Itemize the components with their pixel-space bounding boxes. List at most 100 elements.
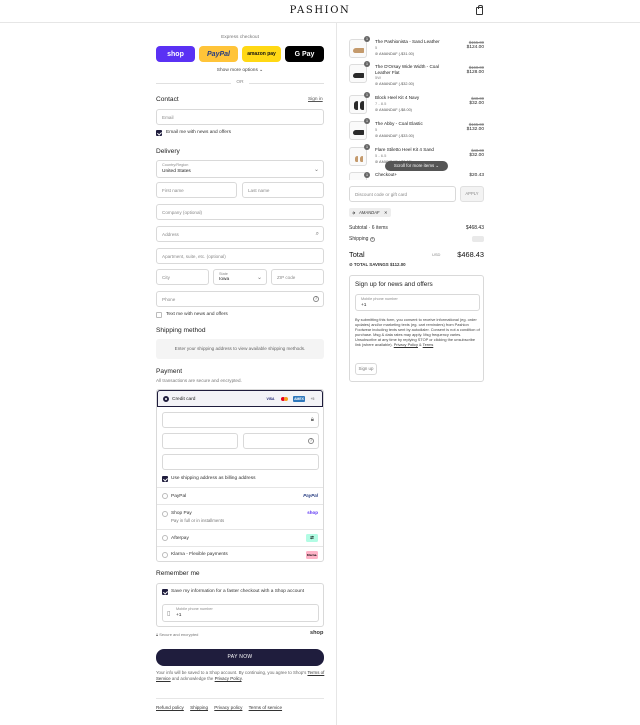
payment-heading: Payment (156, 368, 183, 375)
city-input[interactable]: City (156, 269, 209, 285)
afterpay-option[interactable]: Afterpay ⇄ (157, 529, 323, 546)
shop-pay-express-button[interactable]: shop (156, 46, 195, 62)
quantity-badge: 1 (364, 172, 370, 178)
or-label: OR (236, 80, 244, 85)
refund-policy-link[interactable]: Refund policy (156, 705, 184, 710)
product-thumbnail (349, 64, 367, 83)
credit-card-option[interactable]: Credit card VISA AMEX +5 (157, 390, 323, 407)
remember-me-box: Save my information for a faster checkou… (156, 583, 324, 627)
visa-icon: VISA (266, 397, 275, 401)
card-expiry-input[interactable] (162, 433, 238, 449)
signup-mobile-value: +1 (361, 303, 367, 308)
remember-mobile-label: Mobile phone number (176, 607, 213, 611)
afterpay-label: Afterpay (171, 536, 189, 541)
lock-icon: 🔒︎ (310, 417, 314, 423)
shop-pay-radio[interactable] (162, 511, 168, 517)
terms-of-service-footer-link[interactable]: Terms of service (249, 705, 282, 710)
consent-copy: By submitting this form, you consent to … (355, 317, 480, 347)
item-price: $20.43 (469, 173, 484, 178)
applied-discount-tag: ⬗ AMANDAF ✕ (349, 208, 391, 217)
product-name: Block Heel Kit 4 Navy (375, 95, 420, 100)
klarna-logo: Klarna. (306, 551, 318, 559)
footer-divider (156, 698, 324, 699)
google-pay-express-button[interactable]: G Pay (285, 46, 324, 62)
klarna-option[interactable]: Klarna - Flexible payments Klarna. (157, 546, 323, 562)
email-placeholder: Email (162, 115, 174, 120)
email-news-checkbox[interactable] (156, 130, 162, 136)
cart-item: 1 Block Heel Kit 4 Navy 7 - 8.5 ⊘ AMANDA… (349, 92, 484, 119)
phone-input[interactable]: Phone ? (156, 291, 324, 307)
signup-terms-link[interactable]: Terms (423, 342, 434, 347)
shop-pay-option[interactable]: Shop Pay Pay in full or in installments … (157, 504, 323, 529)
signup-mobile-input[interactable]: Mobile phone number +1 (355, 294, 480, 311)
scroll-for-more-items-button[interactable]: Scroll for more items ⌄ (385, 161, 448, 171)
search-icon: ⌕ (315, 231, 319, 237)
address-input[interactable]: Address ⌕ (156, 226, 324, 242)
remove-discount-icon[interactable]: ✕ (384, 210, 388, 215)
shipping-method-heading: Shipping method (156, 327, 206, 334)
help-icon[interactable]: ? (313, 296, 319, 302)
product-name: The Abby - Coal Elastic (375, 121, 423, 126)
shipping-label: Shipping (349, 236, 369, 242)
pay-now-button[interactable]: PAY NOW (156, 649, 324, 666)
afterpay-radio[interactable] (162, 535, 168, 541)
country-select[interactable]: Country/Region United States ⌄ (156, 160, 324, 178)
text-news-label: Text me with news and offers (166, 312, 228, 317)
last-name-placeholder: Last name (248, 188, 270, 193)
item-price: $124.00 (466, 45, 484, 50)
tag-icon: ⬗ (352, 210, 356, 215)
klarna-radio[interactable] (162, 552, 168, 558)
or-divider: OR (156, 80, 324, 86)
signup-button[interactable]: Sign up (355, 363, 377, 375)
shipping-link[interactable]: Shipping (190, 705, 208, 710)
sign-in-link[interactable]: Sign in (308, 97, 323, 102)
card-number-input[interactable]: 🔒︎ (162, 412, 319, 428)
company-input[interactable]: Company (optional) (156, 204, 324, 220)
state-select[interactable]: State Iowa ⌄ (213, 269, 267, 285)
show-more-options-link[interactable]: Show more options ⌄ (156, 68, 324, 73)
email-input[interactable]: Email (156, 109, 324, 125)
first-name-input[interactable]: First name (156, 182, 237, 198)
remember-mobile-input[interactable]: ▯ Mobile phone number +1 (162, 604, 319, 622)
quantity-badge: 1 (364, 144, 370, 150)
store-logo[interactable]: PASHION (0, 5, 640, 16)
apartment-input[interactable]: Apartment, suite, etc. (optional) (156, 248, 324, 264)
applied-code: AMANDAF (359, 210, 380, 215)
shopping-bag-icon[interactable] (476, 5, 483, 15)
shipping-method-placeholder: Enter your shipping address to view avai… (174, 346, 306, 351)
klarna-label: Klarna - Flexible payments (171, 552, 228, 557)
credit-card-radio[interactable] (163, 396, 169, 402)
item-discount: ⊘ AMANDAF (-$33.00) (375, 134, 415, 138)
more-cards-badge: +5 (310, 397, 315, 401)
amazon-pay-express-button[interactable]: amazon pay (242, 46, 281, 62)
text-news-checkbox[interactable] (156, 312, 162, 318)
billing-same-checkbox[interactable] (162, 476, 168, 482)
shipping-method-placeholder-box: Enter your shipping address to view avai… (156, 339, 324, 359)
mobile-phone-icon: ▯ (167, 611, 171, 617)
currency-code: USD (432, 252, 441, 257)
product-thumbnail (349, 39, 367, 58)
zip-input[interactable]: ZIP code (271, 269, 324, 285)
paypal-express-button[interactable]: PayPal (199, 46, 238, 62)
secure-encrypted-note: 🔒︎ Secure and encrypted (156, 632, 198, 637)
discount-code-input[interactable]: Discount code or gift card (349, 186, 456, 202)
address-placeholder: Address (162, 232, 179, 237)
privacy-policy-footer-link[interactable]: Privacy policy (214, 705, 242, 710)
billing-same-label: Use shipping address as billing address (171, 476, 256, 481)
help-icon[interactable]: ? (308, 438, 314, 444)
privacy-policy-link[interactable]: Privacy Policy (215, 676, 242, 681)
save-info-checkbox[interactable] (162, 589, 168, 595)
signup-privacy-link[interactable]: Privacy Policy (394, 342, 418, 347)
shop-pay-logo: shop (307, 510, 318, 515)
paypal-radio[interactable] (162, 493, 168, 499)
remember-me-heading: Remember me (156, 570, 200, 577)
card-security-code-input[interactable]: ? (243, 433, 319, 449)
subtotal-value: $468.43 (465, 225, 484, 231)
paypal-option[interactable]: PayPal PayPal (157, 487, 323, 504)
help-icon[interactable]: ? (369, 237, 375, 242)
company-placeholder: Company (optional) (162, 210, 203, 215)
name-on-card-input[interactable] (162, 454, 319, 470)
product-thumbnail (349, 147, 367, 166)
last-name-input[interactable]: Last name (242, 182, 324, 198)
apply-discount-button[interactable]: APPLY (460, 186, 484, 202)
